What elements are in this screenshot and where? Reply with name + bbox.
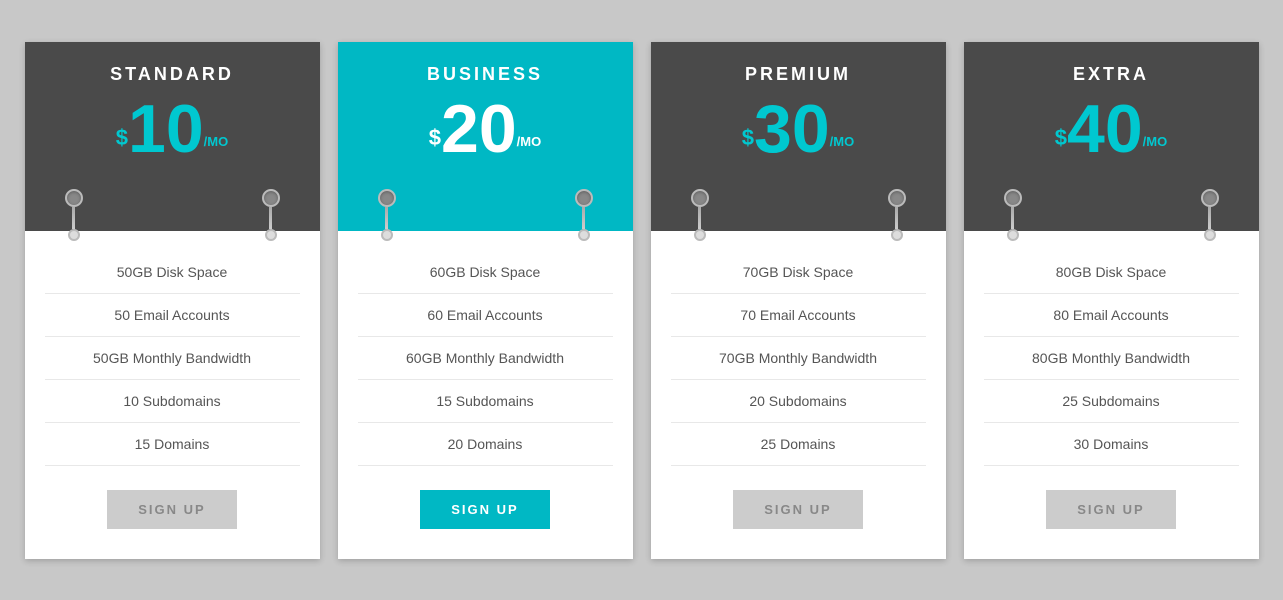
price-amount-standard: 10 [128,95,204,163]
pin-head-left [691,189,709,207]
pin-tail-right [895,207,898,229]
feature-item-1-1: 60 Email Accounts [358,294,613,337]
price-period-extra: /MO [1143,134,1168,149]
pins-business [358,179,613,231]
card-body-premium: 70GB Disk Space70 Email Accounts70GB Mon… [651,231,946,559]
price-period-standard: /MO [204,134,229,149]
pin-tail-right [269,207,272,229]
pin-head-right [262,189,280,207]
pins-premium [671,179,926,231]
pin-head-right [1201,189,1219,207]
card-header-extra: EXTRA $ 40 /MO [964,42,1259,231]
feature-item-1-0: 60GB Disk Space [358,251,613,294]
pin-bottom-left [1007,229,1019,241]
feature-item-3-1: 80 Email Accounts [984,294,1239,337]
pin-tail-left [385,207,388,229]
price-amount-extra: 40 [1067,95,1143,163]
card-body-business: 60GB Disk Space60 Email Accounts60GB Mon… [338,231,633,559]
feature-item-2-0: 70GB Disk Space [671,251,926,294]
pin-tail-right [1208,207,1211,229]
pin-head-right [575,189,593,207]
currency-premium: $ [742,125,754,151]
pin-left [1004,189,1022,241]
feature-item-0-3: 10 Subdomains [45,380,300,423]
feature-item-3-0: 80GB Disk Space [984,251,1239,294]
feature-item-1-2: 60GB Monthly Bandwidth [358,337,613,380]
currency-extra: $ [1055,125,1067,151]
pin-bottom-left [694,229,706,241]
signup-button-business[interactable]: SIGN UP [420,490,550,529]
pin-bottom-left [381,229,393,241]
signup-button-premium[interactable]: SIGN UP [733,490,863,529]
price-amount-business: 20 [441,95,517,163]
pricing-card-standard: STANDARD $ 10 /MO [25,42,320,559]
plan-name-business: BUSINESS [358,64,613,85]
feature-item-0-0: 50GB Disk Space [45,251,300,294]
price-row-premium: $ 30 /MO [671,95,926,175]
feature-list-extra: 80GB Disk Space80 Email Accounts80GB Mon… [984,251,1239,466]
price-row-standard: $ 10 /MO [45,95,300,175]
pin-bottom-right [578,229,590,241]
card-body-standard: 50GB Disk Space50 Email Accounts50GB Mon… [25,231,320,559]
feature-item-3-2: 80GB Monthly Bandwidth [984,337,1239,380]
signup-button-extra[interactable]: SIGN UP [1046,490,1176,529]
feature-list-business: 60GB Disk Space60 Email Accounts60GB Mon… [358,251,613,466]
price-row-extra: $ 40 /MO [984,95,1239,175]
card-header-premium: PREMIUM $ 30 /MO [651,42,946,231]
pin-head-left [378,189,396,207]
feature-item-0-1: 50 Email Accounts [45,294,300,337]
pin-right [575,189,593,241]
pricing-container: STANDARD $ 10 /MO [5,22,1279,579]
pricing-card-extra: EXTRA $ 40 /MO [964,42,1259,559]
price-period-premium: /MO [830,134,855,149]
currency-standard: $ [116,125,128,151]
pin-tail-right [582,207,585,229]
pricing-card-business: BUSINESS $ 20 /MO [338,42,633,559]
pin-left [378,189,396,241]
price-period-business: /MO [517,134,542,149]
feature-item-2-1: 70 Email Accounts [671,294,926,337]
pin-left [65,189,83,241]
pin-head-left [1004,189,1022,207]
feature-item-3-4: 30 Domains [984,423,1239,466]
signup-button-standard[interactable]: SIGN UP [107,490,237,529]
pin-head-right [888,189,906,207]
feature-list-premium: 70GB Disk Space70 Email Accounts70GB Mon… [671,251,926,466]
feature-item-2-3: 20 Subdomains [671,380,926,423]
price-amount-premium: 30 [754,95,830,163]
pin-tail-left [72,207,75,229]
feature-item-0-2: 50GB Monthly Bandwidth [45,337,300,380]
pins-standard [45,179,300,231]
feature-item-1-3: 15 Subdomains [358,380,613,423]
pin-bottom-right [891,229,903,241]
card-body-extra: 80GB Disk Space80 Email Accounts80GB Mon… [964,231,1259,559]
pin-head-left [65,189,83,207]
pin-tail-left [698,207,701,229]
pin-bottom-right [1204,229,1216,241]
feature-item-3-3: 25 Subdomains [984,380,1239,423]
pin-left [691,189,709,241]
pin-bottom-left [68,229,80,241]
feature-item-2-2: 70GB Monthly Bandwidth [671,337,926,380]
pin-tail-left [1011,207,1014,229]
card-header-business: BUSINESS $ 20 /MO [338,42,633,231]
plan-name-standard: STANDARD [45,64,300,85]
plan-name-extra: EXTRA [984,64,1239,85]
feature-list-standard: 50GB Disk Space50 Email Accounts50GB Mon… [45,251,300,466]
plan-name-premium: PREMIUM [671,64,926,85]
currency-business: $ [429,125,441,151]
pricing-card-premium: PREMIUM $ 30 /MO [651,42,946,559]
card-header-standard: STANDARD $ 10 /MO [25,42,320,231]
price-row-business: $ 20 /MO [358,95,613,175]
pins-extra [984,179,1239,231]
pin-right [888,189,906,241]
feature-item-0-4: 15 Domains [45,423,300,466]
pin-right [1201,189,1219,241]
feature-item-2-4: 25 Domains [671,423,926,466]
pin-right [262,189,280,241]
pin-bottom-right [265,229,277,241]
feature-item-1-4: 20 Domains [358,423,613,466]
